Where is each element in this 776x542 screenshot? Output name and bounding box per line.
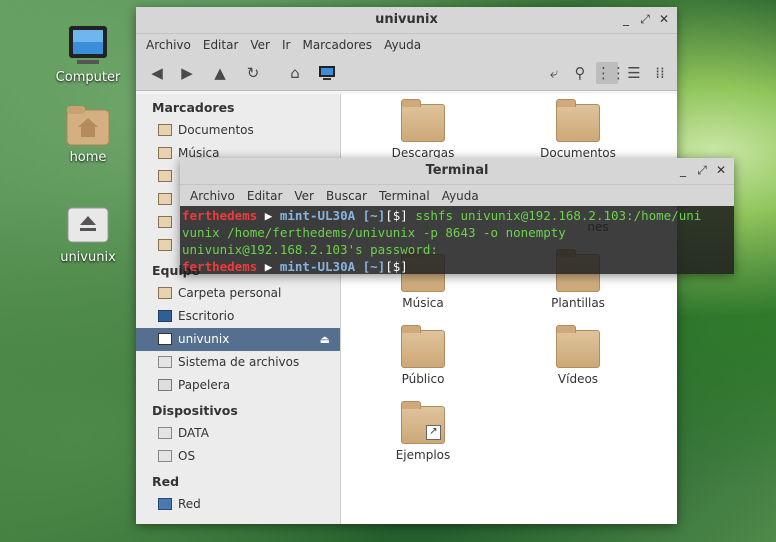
network-icon xyxy=(158,498,172,510)
sidebar-heading-red: Red xyxy=(152,474,180,489)
back-icon[interactable]: ◀ xyxy=(146,62,168,84)
folder-videos[interactable]: Vídeos xyxy=(528,325,628,386)
minimize-icon[interactable]: _ xyxy=(676,163,690,177)
folder-icon xyxy=(401,325,445,368)
maximize-icon[interactable]: ⤢ xyxy=(638,12,652,26)
folder-icon xyxy=(158,124,172,136)
menu-terminal[interactable]: Terminal xyxy=(373,189,436,203)
search-icon[interactable]: ⚲ xyxy=(569,62,591,84)
folder-icon xyxy=(401,99,445,142)
terminal-output[interactable]: ferthedems ▶ mint-UL30A [~][$] sshfs uni… xyxy=(180,206,734,276)
reload-icon[interactable]: ↻ xyxy=(242,62,264,84)
menu-ir[interactable]: Ir xyxy=(276,38,296,52)
terminal-titlebar[interactable]: Terminal _ ⤢ ✕ xyxy=(180,158,734,185)
menu-bar: Archivo Editar Ver Ir Marcadores Ayuda xyxy=(136,34,677,56)
desktop-icon-label: Computer xyxy=(55,70,121,85)
computer-icon xyxy=(67,24,109,66)
menu-ayuda[interactable]: Ayuda xyxy=(436,189,485,203)
folder-icon xyxy=(158,239,172,251)
file-manager-titlebar[interactable]: univunix _ ⤢ ✕ xyxy=(136,7,677,34)
menu-ver[interactable]: Ver xyxy=(244,38,276,52)
desktop-icon-label: univunix xyxy=(60,250,116,265)
folder-icon xyxy=(158,193,172,205)
sidebar-item-univunix[interactable]: univunix ⏏ xyxy=(136,328,340,351)
toggle-location-icon[interactable]: ⤶ xyxy=(543,62,565,84)
sidebar-item-carpeta-personal[interactable]: Carpeta personal xyxy=(136,282,340,305)
sidebar-item-red[interactable]: Red xyxy=(136,493,340,516)
close-icon[interactable]: ✕ xyxy=(714,163,728,177)
menu-editar[interactable]: Editar xyxy=(197,38,245,52)
icon-view-icon[interactable]: ⋮⋮ xyxy=(596,62,626,84)
menu-archivo[interactable]: Archivo xyxy=(184,189,241,203)
desktop-icon-label: home xyxy=(69,150,107,165)
terminal-line: ferthedems ▶ mint-UL30A [~][$] xyxy=(182,259,408,274)
up-icon[interactable]: ▲ xyxy=(209,62,231,84)
computer-icon[interactable] xyxy=(316,62,338,84)
sidebar-item-os[interactable]: OS xyxy=(136,445,340,468)
sidebar-item-sistema-de-archivos[interactable]: Sistema de archivos xyxy=(136,351,340,374)
drive-icon xyxy=(158,333,172,345)
folder-ejemplos[interactable]: ↗ Ejemplos xyxy=(373,401,473,462)
trash-icon xyxy=(158,379,172,391)
terminal-line: vunix /home/ferthedems/univunix -p 8643 … xyxy=(182,225,566,240)
desktop-icon-home[interactable]: home xyxy=(40,104,136,165)
desktop-icon xyxy=(158,310,172,322)
sidebar-item-data[interactable]: DATA xyxy=(136,422,340,445)
sidebar-item-escritorio[interactable]: Escritorio xyxy=(136,305,340,328)
menu-ayuda[interactable]: Ayuda xyxy=(378,38,427,52)
folder-icon xyxy=(158,216,172,228)
folder-descargas[interactable]: Descargas xyxy=(373,99,473,160)
window-title: univunix xyxy=(375,12,438,27)
folder-publico[interactable]: Público xyxy=(373,325,473,386)
sidebar-heading-dispositivos: Dispositivos xyxy=(152,403,238,418)
toolbar: ◀ ▶ ▲ ↻ ⌂ ⤶ ⚲ ⋮⋮ ☰ ⁞⁞ xyxy=(136,56,677,91)
sidebar-item-papelera[interactable]: Papelera xyxy=(136,374,340,397)
folder-documentos[interactable]: Documentos xyxy=(528,99,628,160)
drive-icon xyxy=(66,204,110,246)
home-icon xyxy=(158,287,172,299)
sidebar-item-documentos[interactable]: Documentos xyxy=(136,119,340,142)
compact-view-icon[interactable]: ⁞⁞ xyxy=(649,62,671,84)
list-view-icon[interactable]: ☰ xyxy=(623,62,645,84)
terminal-line: ferthedems ▶ mint-UL30A [~][$] sshfs uni… xyxy=(182,208,702,223)
desktop-icon-univunix[interactable]: univunix xyxy=(40,204,136,265)
menu-buscar[interactable]: Buscar xyxy=(320,189,373,203)
eject-icon[interactable]: ⏏ xyxy=(320,328,330,351)
drive-icon xyxy=(158,450,172,462)
forward-icon[interactable]: ▶ xyxy=(176,62,198,84)
sidebar-heading-marcadores: Marcadores xyxy=(152,100,235,115)
folder-icon: ↗ xyxy=(401,401,445,444)
menu-marcadores[interactable]: Marcadores xyxy=(296,38,378,52)
maximize-icon[interactable]: ⤢ xyxy=(695,163,709,177)
menu-archivo[interactable]: Archivo xyxy=(140,38,197,52)
desktop-icon-computer[interactable]: Computer xyxy=(40,24,136,85)
folder-icon xyxy=(158,170,172,182)
terminal-window: Terminal _ ⤢ ✕ Archivo Editar Ver Buscar… xyxy=(180,158,734,274)
home-folder-icon xyxy=(66,104,110,146)
terminal-menu-bar: Archivo Editar Ver Buscar Terminal Ayuda xyxy=(180,185,734,206)
terminal-line: univunix@192.168.2.103's password: xyxy=(182,242,438,257)
folder-icon xyxy=(556,325,600,368)
folder-icon xyxy=(556,99,600,142)
menu-ver[interactable]: Ver xyxy=(288,189,320,203)
drive-icon xyxy=(158,427,172,439)
folder-icon xyxy=(158,147,172,159)
close-icon[interactable]: ✕ xyxy=(657,12,671,26)
window-title: Terminal xyxy=(425,163,489,178)
minimize-icon[interactable]: _ xyxy=(619,12,633,26)
menu-editar[interactable]: Editar xyxy=(241,189,289,203)
drive-icon xyxy=(158,356,172,368)
symlink-icon: ↗ xyxy=(426,425,441,440)
home-icon[interactable]: ⌂ xyxy=(284,62,306,84)
